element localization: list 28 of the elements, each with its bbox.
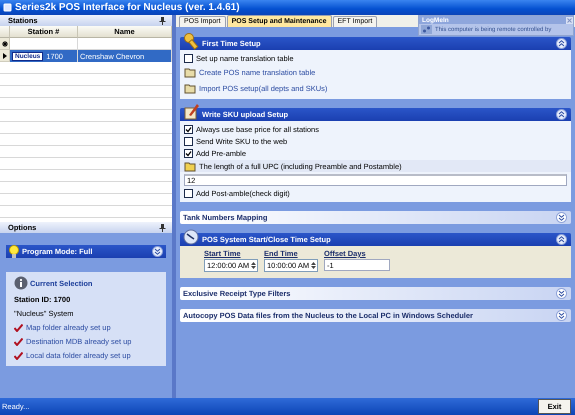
checkbox[interactable] xyxy=(184,136,193,146)
expand-icon[interactable] xyxy=(152,246,163,257)
expand-icon[interactable] xyxy=(556,288,567,299)
app-icon xyxy=(3,3,12,12)
expand-icon[interactable] xyxy=(556,212,567,223)
pin-icon[interactable] xyxy=(159,224,166,232)
key-icon xyxy=(183,32,199,50)
info-icon xyxy=(14,276,28,290)
checkbox[interactable] xyxy=(184,148,193,158)
lightbulb-icon xyxy=(8,244,20,258)
quill-icon xyxy=(183,103,199,121)
spinner-icon[interactable] xyxy=(250,261,257,270)
collapse-icon[interactable] xyxy=(556,109,567,120)
expand-icon[interactable] xyxy=(556,310,567,321)
pin-icon[interactable] xyxy=(159,16,166,24)
spinner-icon[interactable] xyxy=(310,261,317,270)
window-title: Series2k POS Interface for Nucleus (ver. 1.4.61) xyxy=(15,2,240,13)
folder-icon xyxy=(184,160,196,172)
row-pointer-icon xyxy=(2,52,6,58)
folder-icon xyxy=(184,66,196,78)
checkbox[interactable] xyxy=(184,124,193,134)
asterisk-icon xyxy=(2,40,8,46)
folder-icon xyxy=(184,82,196,94)
collapse-icon[interactable] xyxy=(556,234,567,245)
checkbox[interactable] xyxy=(184,54,193,62)
clock-icon xyxy=(183,228,199,246)
collapse-icon[interactable] xyxy=(556,38,567,49)
checkbox[interactable] xyxy=(184,188,193,198)
